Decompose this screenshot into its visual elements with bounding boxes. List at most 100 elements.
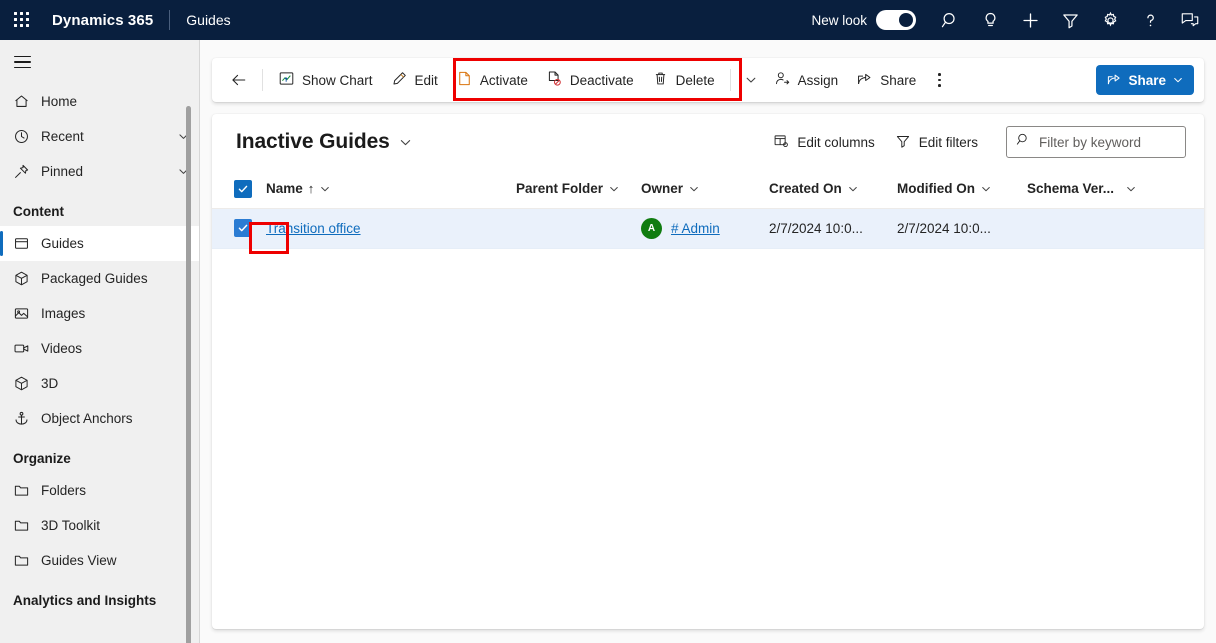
chevron-down-icon[interactable] [319,183,331,195]
sidebar-item-3d[interactable]: 3D [0,366,200,401]
edit-columns-button[interactable]: Edit columns [763,126,884,158]
sidebar-item-folders[interactable]: Folders [0,473,200,508]
column-label: Created On [769,181,842,197]
back-arrow-icon[interactable] [222,63,256,97]
edit-columns-label: Edit columns [797,134,875,150]
sidebar-item-guides[interactable]: Guides [0,226,200,261]
folder-icon [13,552,41,569]
share-button[interactable]: Share [847,63,925,97]
chevron-down-icon[interactable] [1125,183,1137,195]
lightbulb-icon[interactable] [970,0,1010,40]
sidebar-item-packaged-guides[interactable]: Packaged Guides [0,261,200,296]
view-header: Inactive Guides Edit columns Edit filter… [212,114,1204,170]
sidebar-item-object-anchors[interactable]: Object Anchors [0,401,200,436]
cube-icon [13,375,41,392]
share-arrow-icon [856,70,873,90]
table-header-row: Name ↑ Parent Folder Owner Created On Mo… [212,170,1204,209]
sidebar-item-label: Folders [41,483,87,498]
anchor-icon [13,410,41,427]
table-row[interactable]: Transition office A # Admin 2/7/2024 10:… [212,208,1204,249]
column-header-schema-version[interactable]: Schema Ver... [1027,170,1204,209]
row-select-cell [212,208,266,249]
chevron-down-icon[interactable] [847,183,859,195]
deactivate-label: Deactivate [569,72,634,88]
hamburger-menu-icon[interactable] [0,40,200,84]
sidebar-item-pinned[interactable]: Pinned [0,154,200,189]
show-chart-button[interactable]: Show Chart [269,63,382,97]
chevron-down-icon[interactable] [980,183,992,195]
home-icon [13,93,41,110]
cell-owner: A # Admin [641,208,769,249]
column-header-name[interactable]: Name ↑ [266,170,516,209]
command-divider-2 [729,69,731,91]
delete-button[interactable]: Delete [643,63,724,97]
image-icon [13,305,41,322]
package-icon [13,270,41,287]
filter-icon[interactable] [1050,0,1090,40]
select-all-checkbox[interactable] [234,179,252,198]
guides-icon [13,235,41,252]
assign-label: Assign [797,72,839,88]
cell-created-on: 2/7/2024 10:0... [769,208,897,249]
more-commands-icon[interactable] [925,63,953,97]
column-label: Name [266,181,303,197]
sidebar-item-3d-toolkit[interactable]: 3D Toolkit [0,508,200,543]
new-look-toggle[interactable] [876,10,916,30]
edit-button[interactable]: Edit [382,63,447,97]
search-input[interactable] [1039,134,1179,150]
avatar: A [641,217,662,239]
command-divider [262,69,263,91]
assign-button[interactable]: Assign [765,63,848,97]
share-primary-label: Share [1128,72,1166,88]
gear-icon[interactable] [1090,0,1130,40]
assign-user-icon [774,70,791,90]
column-label: Schema Ver... [1027,181,1115,197]
clock-icon [13,128,41,145]
folder-icon [13,482,41,499]
owner-link[interactable]: # Admin [671,221,720,236]
column-header-owner[interactable]: Owner [641,170,769,209]
pencil-icon [391,70,408,90]
chevron-down-icon[interactable] [688,183,700,195]
sidebar-item-label: Object Anchors [41,411,133,426]
command-overflow-chevron-icon[interactable] [737,63,765,97]
chevron-down-icon [1172,74,1184,86]
share-primary-button[interactable]: Share [1096,65,1194,95]
sidebar-item-videos[interactable]: Videos [0,331,200,366]
deactivate-button[interactable]: Deactivate [537,63,643,97]
delete-label: Delete [675,72,715,88]
folder-icon [13,517,41,534]
app-launcher-icon[interactable] [0,0,44,40]
edit-filters-button[interactable]: Edit filters [885,126,988,158]
row-checkbox[interactable] [234,219,252,237]
edit-filters-label: Edit filters [918,134,978,150]
feedback-icon[interactable] [1170,0,1210,40]
sidebar-item-guides-view[interactable]: Guides View [0,543,200,578]
sidebar-item-home[interactable]: Home [0,84,200,119]
column-header-parent-folder[interactable]: Parent Folder [516,170,641,209]
view-selector-chevron-icon[interactable] [398,135,413,150]
app-name[interactable]: Guides [186,12,230,28]
edit-label: Edit [414,72,438,88]
search-icon[interactable] [930,0,970,40]
page-title: Inactive Guides [236,130,390,153]
chevron-down-icon[interactable] [608,183,620,195]
filter-icon [895,133,911,152]
record-name-link[interactable]: Transition office [266,221,361,236]
plus-icon[interactable] [1010,0,1050,40]
help-icon[interactable] [1130,0,1170,40]
search-box[interactable] [1006,126,1186,158]
activate-button[interactable]: Activate [447,63,537,97]
records-table: Name ↑ Parent Folder Owner Created On Mo… [212,170,1204,249]
cell-name: Transition office [266,208,516,249]
sidebar-item-recent[interactable]: Recent [0,119,200,154]
column-header-modified-on[interactable]: Modified On [897,170,1027,209]
columns-icon [773,133,789,152]
sidebar-scrollbar[interactable] [186,106,191,643]
table-header: Name ↑ Parent Folder Owner Created On Mo… [212,170,1204,209]
sidebar-item-label: Recent [41,129,84,144]
column-header-created-on[interactable]: Created On [769,170,897,209]
sidebar-item-label: Guides [41,236,84,251]
sidebar-item-images[interactable]: Images [0,296,200,331]
activate-label: Activate [479,72,528,88]
